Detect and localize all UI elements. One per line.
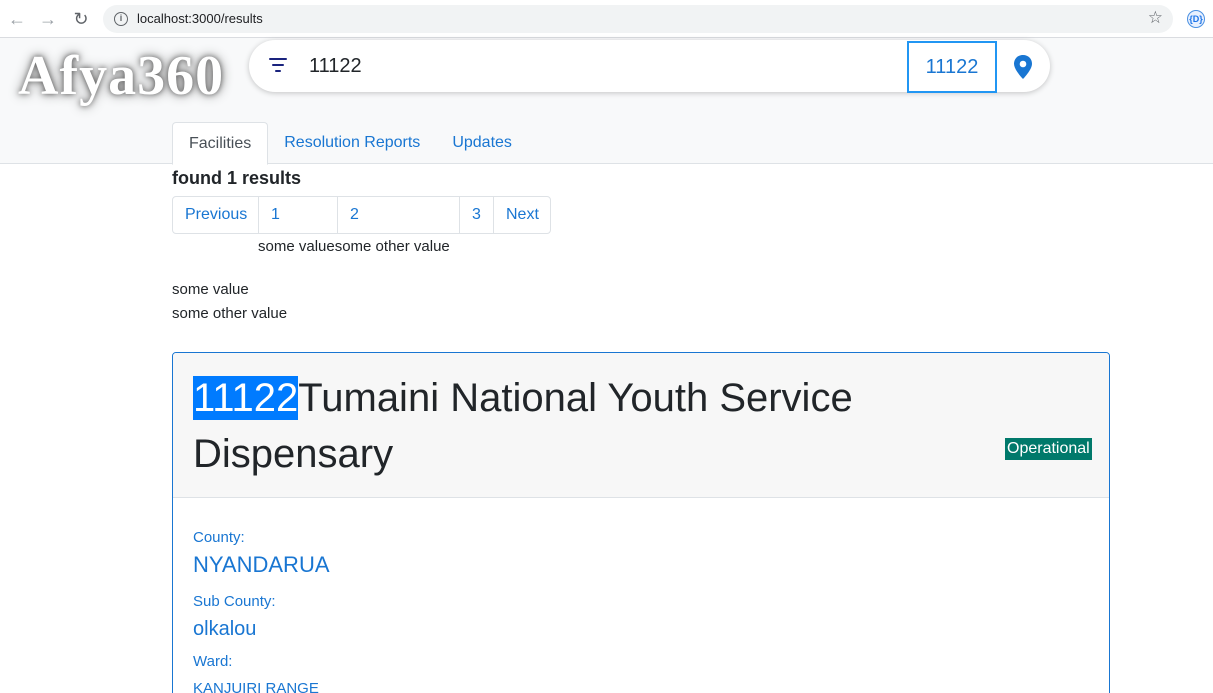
address-bar[interactable]: i localhost:3000/results ☆ bbox=[103, 5, 1173, 33]
facility-card-header: 11122Tumaini National Youth Service Disp… bbox=[173, 353, 1109, 498]
extension-icon[interactable]: {D} bbox=[1187, 10, 1205, 28]
county-label: County: bbox=[193, 529, 245, 546]
bookmark-star-icon[interactable]: ☆ bbox=[1148, 8, 1163, 28]
filter-icon[interactable] bbox=[269, 58, 287, 72]
result-tabs: Facilities Resolution Reports Updates bbox=[172, 122, 528, 165]
browser-toolbar: ← → ↻ i localhost:3000/results ☆ {D} bbox=[0, 0, 1213, 38]
results-count: found 1 results bbox=[172, 168, 302, 188]
ward-value: KANJUIRI RANGE bbox=[193, 680, 319, 693]
tab-resolution-reports[interactable]: Resolution Reports bbox=[268, 122, 436, 164]
inline-values-text: some valuesome other value bbox=[258, 238, 450, 255]
tab-updates[interactable]: Updates bbox=[436, 122, 528, 164]
url-text[interactable]: localhost:3000/results bbox=[137, 11, 263, 26]
search-input[interactable] bbox=[309, 50, 889, 82]
facility-title[interactable]: 11122Tumaini National Youth Service Disp… bbox=[193, 370, 933, 482]
location-pin-icon[interactable] bbox=[1013, 55, 1033, 79]
facility-code: 11122 bbox=[193, 376, 299, 420]
logo[interactable]: Afya360 bbox=[18, 44, 224, 108]
reload-icon[interactable]: ↻ bbox=[69, 7, 93, 31]
search-button[interactable]: 11122 bbox=[907, 41, 997, 93]
pagination-page-3[interactable]: 3 bbox=[460, 197, 494, 233]
value-line: some other value bbox=[172, 305, 288, 322]
forward-arrow-icon[interactable]: → bbox=[36, 7, 60, 31]
stack-values: some value some other value bbox=[172, 278, 287, 326]
sub-county-label: Sub County: bbox=[193, 593, 276, 610]
status-badge: Operational bbox=[1005, 438, 1092, 460]
back-arrow-icon[interactable]: ← bbox=[5, 7, 29, 31]
county-value: NYANDARUA bbox=[193, 552, 330, 577]
pagination: Previous 1 2 3 Next bbox=[172, 196, 551, 234]
info-icon[interactable]: i bbox=[114, 12, 128, 26]
search-bar: 11122 bbox=[249, 40, 1050, 93]
pagination-page-2[interactable]: 2 bbox=[338, 197, 460, 233]
facility-card[interactable]: 11122Tumaini National Youth Service Disp… bbox=[172, 352, 1110, 693]
tab-facilities[interactable]: Facilities bbox=[172, 122, 269, 165]
pagination-next[interactable]: Next bbox=[494, 197, 550, 233]
app-header: Afya360 11122 Facilities Resolution Repo… bbox=[0, 38, 1213, 165]
pagination-previous[interactable]: Previous bbox=[173, 197, 259, 233]
pagination-page-1[interactable]: 1 bbox=[259, 197, 338, 233]
ward-label: Ward: bbox=[193, 653, 233, 670]
sub-county-value: olkalou bbox=[193, 618, 257, 640]
value-line: some value bbox=[172, 281, 249, 298]
